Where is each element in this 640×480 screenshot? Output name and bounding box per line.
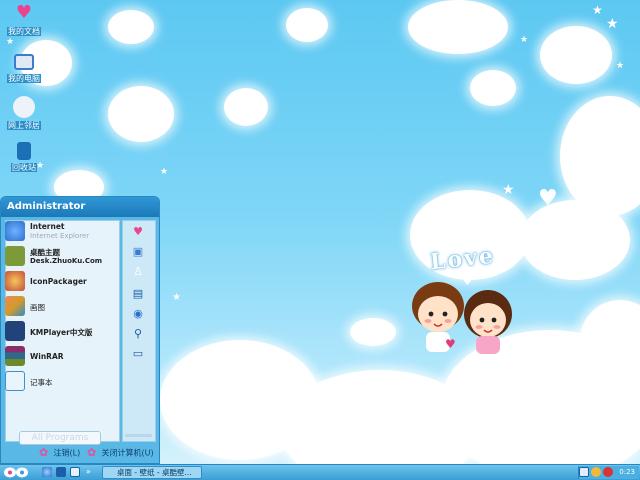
- cloud: [540, 26, 612, 84]
- menu-item-kmplayer[interactable]: KMPlayer中文版: [4, 321, 114, 343]
- shutdown-button[interactable]: ✿ 关闭计算机(U): [87, 447, 154, 461]
- start-menu-footer: ✿ 注销(L) ✿ 关闭计算机(U): [1, 442, 159, 464]
- iconpackager-icon: [5, 271, 25, 291]
- star: ★: [548, 345, 557, 355]
- task-label: 桌面 - 壁纸 - 桌酷壁...: [117, 468, 192, 477]
- star: ★: [520, 35, 529, 45]
- start-button[interactable]: [2, 466, 32, 479]
- taskbar-clock: 0:23: [619, 468, 635, 476]
- desktop-icon-label: 我的文档: [7, 27, 41, 36]
- desktop-icon-label: 我的电脑: [7, 74, 41, 83]
- desktop-icon-network[interactable]: 网上邻居: [0, 96, 48, 131]
- star: ★: [592, 3, 603, 17]
- logoff-label: 注销(L): [53, 448, 81, 458]
- cartoon-couple: ♥: [412, 282, 512, 354]
- cloud: [408, 0, 508, 54]
- star: ★: [172, 292, 181, 303]
- menu-item-iconpackager[interactable]: IconPackager: [4, 271, 114, 293]
- cloud: [470, 70, 516, 106]
- menu-item-title: WinRAR: [30, 352, 64, 361]
- bunny-icon[interactable]: ♙: [130, 265, 146, 279]
- menu-item-internet[interactable]: Internet Internet Explorer: [4, 221, 114, 243]
- quicklaunch-media-icon[interactable]: [56, 467, 66, 477]
- paint-icon: [5, 296, 25, 316]
- menu-item-title: IconPackager: [30, 277, 87, 286]
- tray-monitor-icon[interactable]: [579, 467, 589, 477]
- system-tray: 0:23: [578, 466, 639, 479]
- desktop-icon-label: 网上邻居: [7, 121, 41, 130]
- run-icon[interactable]: ▭: [130, 347, 146, 361]
- computer-icon[interactable]: ▣: [130, 245, 146, 259]
- kmplayer-icon: [5, 321, 25, 341]
- star: ★: [568, 245, 579, 259]
- heart-icon[interactable]: ♥: [130, 225, 146, 239]
- menu-item-notepad[interactable]: 记事本: [4, 371, 114, 393]
- recycle-bin-icon: [17, 142, 31, 160]
- menu-item-zhuoku-theme[interactable]: 桌酷主题 Desk.ZhuoKu.Com: [4, 246, 114, 268]
- desktop-icon-my-documents[interactable]: ♥ 我的文档: [0, 2, 48, 37]
- desktop-icon-label: 回收站: [11, 163, 37, 172]
- tray-alert-icon[interactable]: [603, 467, 613, 477]
- desktop-icon-recycle-bin[interactable]: 回收站: [0, 142, 48, 173]
- shutdown-star-icon: ✿: [87, 446, 97, 459]
- menu-item-subtitle: Internet Explorer: [30, 232, 90, 240]
- network-bunny-icon: [13, 96, 35, 118]
- shutdown-label: 关闭计算机(U): [101, 448, 154, 458]
- star: ★: [616, 61, 625, 71]
- heart-decoration: ♥: [410, 240, 423, 256]
- quicklaunch-arrow-icon[interactable]: »: [86, 467, 96, 477]
- menu-item-title: KMPlayer中文版: [30, 328, 93, 337]
- star: ★: [6, 37, 15, 47]
- notepad-icon: [5, 371, 25, 391]
- heart-icon: ♥: [15, 2, 33, 23]
- cloud: [108, 86, 174, 142]
- cloud: [108, 10, 154, 44]
- internet-icon[interactable]: ◉: [130, 307, 146, 321]
- logoff-button[interactable]: ✿ 注销(L): [39, 447, 80, 461]
- heart-decoration: ♥: [524, 228, 548, 258]
- cloud: [224, 88, 268, 126]
- cloud: [286, 8, 328, 42]
- svg-text:♥: ♥: [445, 337, 456, 351]
- menu-item-subtitle: Desk.ZhuoKu.Com: [30, 257, 103, 265]
- taskbar-button-wallpaper[interactable]: 桌面 - 壁纸 - 桌酷壁...: [102, 466, 202, 479]
- quicklaunch-desktop-icon[interactable]: [70, 467, 80, 477]
- menu-item-title: 记事本: [30, 378, 53, 387]
- menu-item-paint[interactable]: 画图: [4, 296, 114, 318]
- tray-qq-icon[interactable]: [591, 467, 601, 477]
- star: ★: [502, 182, 515, 198]
- places-scrollbar[interactable]: [125, 434, 152, 437]
- start-menu-user-name: Administrator: [1, 197, 159, 217]
- ie-icon: [5, 221, 25, 241]
- winrar-icon: [5, 346, 25, 366]
- logoff-star-icon: ✿: [39, 446, 49, 459]
- cloud: [560, 96, 640, 216]
- quicklaunch-ie-icon[interactable]: [42, 467, 52, 477]
- control-panel-icon[interactable]: ▤: [130, 287, 146, 301]
- desktop-icon-my-computer[interactable]: 我的电脑: [0, 50, 48, 84]
- menu-item-winrar[interactable]: WinRAR: [4, 346, 114, 368]
- zhuoku-theme-icon: [5, 246, 25, 266]
- cloud: [350, 318, 396, 346]
- menu-item-title: 画图: [30, 303, 45, 312]
- taskbar: » 桌面 - 壁纸 - 桌酷壁... 0:23: [0, 464, 640, 480]
- heart-decoration: ♥: [538, 186, 558, 211]
- start-menu: Administrator Internet Internet Explorer…: [0, 196, 160, 464]
- star: ★: [160, 167, 169, 177]
- menu-item-title: Internet: [30, 222, 65, 231]
- search-icon[interactable]: ⚲: [130, 327, 146, 341]
- star: ★: [606, 16, 619, 32]
- computer-icon: [14, 54, 34, 70]
